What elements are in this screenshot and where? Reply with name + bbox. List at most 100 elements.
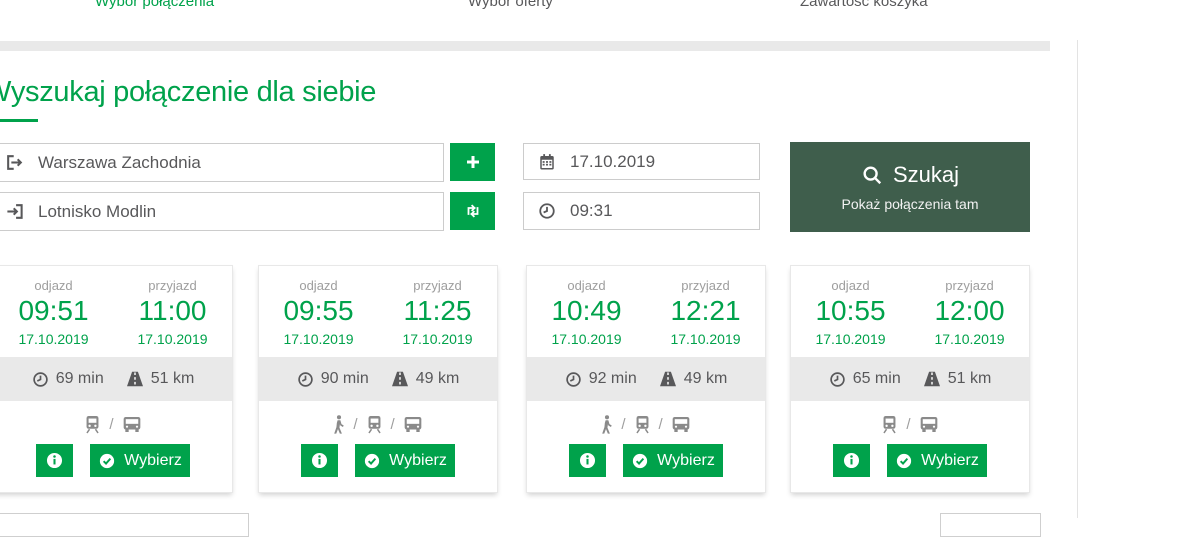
arrival-date: 17.10.2019 (113, 331, 232, 347)
select-button[interactable]: Wybierz (90, 444, 190, 477)
departure-label: odjazd (0, 278, 113, 293)
search-button[interactable]: Szukaj Pokaż połączenia tam (790, 142, 1030, 232)
distance-value: 49 km (684, 370, 728, 388)
select-button-label: Wybierz (389, 452, 447, 470)
departure-label: odjazd (791, 278, 910, 293)
mode-separator: / (391, 416, 395, 433)
page-title: Wyszukaj połączenie dla siebie (0, 76, 376, 109)
connection-card: odjazd 09:55 17.10.2019 przyjazd 11:25 1… (258, 265, 498, 493)
duration-distance-strip: 90 min 49 km (259, 357, 497, 401)
stepper-progress-bar (0, 41, 1050, 51)
departure-date: 17.10.2019 (259, 331, 378, 347)
departure-label: odjazd (259, 278, 378, 293)
arrival-date: 17.10.2019 (646, 331, 765, 347)
connection-card: odjazd 10:55 17.10.2019 przyjazd 12:00 1… (790, 265, 1030, 493)
calendar-icon (538, 153, 556, 171)
select-button[interactable]: Wybierz (887, 444, 987, 477)
duration-distance-strip: 92 min 49 km (527, 357, 765, 401)
mode-separator: / (659, 416, 663, 433)
departure-date: 17.10.2019 (791, 331, 910, 347)
road-icon (923, 371, 941, 387)
duration-clock-icon (565, 371, 582, 388)
road-icon (391, 371, 409, 387)
stepper-step-cart[interactable]: Zawartość koszyka (800, 0, 928, 10)
earlier-connections-button[interactable] (0, 513, 249, 537)
bus-icon (403, 416, 423, 433)
departure-time: 09:51 (0, 296, 113, 327)
walk-icon (333, 415, 345, 434)
select-button-label: Wybierz (921, 452, 979, 470)
train-icon (84, 415, 101, 434)
distance-value: 49 km (416, 370, 460, 388)
search-icon (861, 164, 883, 186)
origin-station-input[interactable]: Warszawa Zachodnia (0, 143, 444, 182)
info-button[interactable] (301, 444, 338, 477)
destination-station-input[interactable]: Lotnisko Modlin (0, 192, 444, 231)
departure-date: 17.10.2019 (0, 331, 113, 347)
info-icon (842, 451, 861, 470)
train-icon (634, 415, 651, 434)
select-button-label: Wybierz (124, 452, 182, 470)
departure-label: odjazd (527, 278, 646, 293)
arrival-time: 12:21 (646, 296, 765, 327)
distance-value: 51 km (948, 370, 992, 388)
duration-clock-icon (32, 371, 49, 388)
arrival-time: 11:00 (113, 296, 232, 327)
transport-modes: // (527, 412, 765, 436)
stepper-step-connection[interactable]: Wybór połączenia (95, 0, 214, 10)
bus-icon (919, 416, 939, 433)
destination-station-value: Lotnisko Modlin (38, 202, 156, 222)
arrival-label: przyjazd (378, 278, 497, 293)
select-button[interactable]: Wybierz (623, 444, 723, 477)
check-icon (363, 452, 381, 470)
info-button[interactable] (36, 444, 73, 477)
later-connections-button[interactable] (940, 513, 1041, 537)
train-icon (881, 415, 898, 434)
search-button-sublabel: Pokaż połączenia tam (842, 196, 979, 212)
duration-value: 69 min (56, 370, 104, 388)
mode-separator: / (353, 416, 357, 433)
duration-distance-strip: 69 min 51 km (0, 357, 232, 401)
arrival-time: 11:25 (378, 296, 497, 327)
select-button-label: Wybierz (657, 452, 715, 470)
add-station-button[interactable] (450, 143, 495, 181)
mode-separator: / (906, 416, 910, 433)
arrival-icon (5, 202, 24, 221)
date-input[interactable]: 17.10.2019 (523, 143, 760, 180)
date-value: 17.10.2019 (570, 152, 655, 172)
mode-separator: / (109, 416, 113, 433)
duration-clock-icon (829, 371, 846, 388)
road-icon (126, 371, 144, 387)
departure-date: 17.10.2019 (527, 331, 646, 347)
stepper-step-offer[interactable]: Wybór oferty (468, 0, 553, 10)
duration-value: 65 min (853, 370, 901, 388)
info-button[interactable] (833, 444, 870, 477)
duration-distance-strip: 65 min 51 km (791, 357, 1029, 401)
time-input[interactable]: 09:31 (523, 192, 760, 230)
departure-icon (5, 153, 24, 172)
clock-icon (538, 202, 556, 220)
transport-modes: // (259, 412, 497, 436)
duration-clock-icon (297, 371, 314, 388)
swap-stations-button[interactable] (450, 192, 495, 230)
check-icon (631, 452, 649, 470)
bus-icon (122, 416, 142, 433)
arrival-label: przyjazd (646, 278, 765, 293)
plus-icon (464, 153, 482, 171)
departure-time: 10:55 (791, 296, 910, 327)
select-button[interactable]: Wybierz (355, 444, 455, 477)
road-icon (659, 371, 677, 387)
origin-station-value: Warszawa Zachodnia (38, 153, 201, 173)
arrival-time: 12:00 (910, 296, 1029, 327)
transport-modes: / (791, 412, 1029, 436)
arrival-label: przyjazd (113, 278, 232, 293)
arrival-date: 17.10.2019 (378, 331, 497, 347)
info-icon (578, 451, 597, 470)
content-right-divider (1077, 40, 1078, 518)
arrival-date: 17.10.2019 (910, 331, 1029, 347)
transport-modes: / (0, 412, 232, 436)
info-icon (45, 451, 64, 470)
info-button[interactable] (569, 444, 606, 477)
departure-time: 09:55 (259, 296, 378, 327)
search-button-label: Szukaj (893, 162, 959, 188)
